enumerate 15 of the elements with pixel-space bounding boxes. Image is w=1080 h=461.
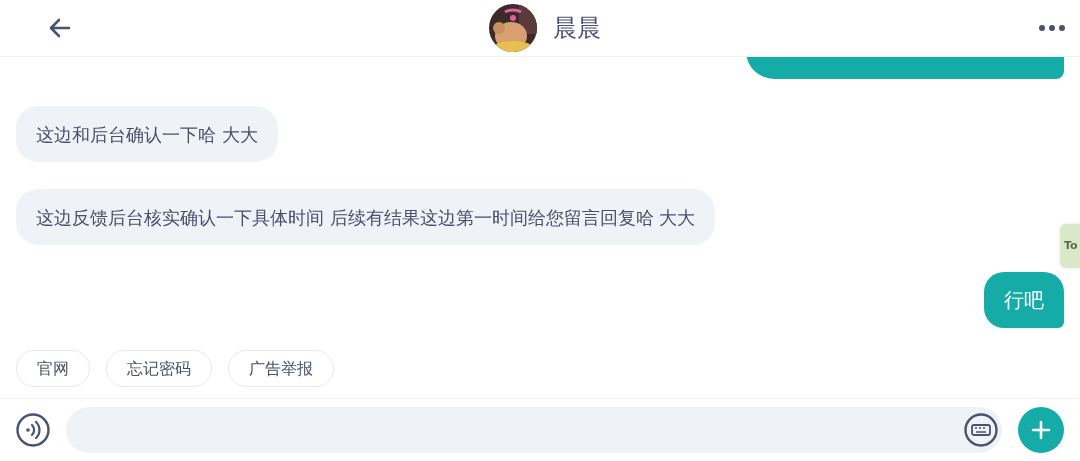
- add-button[interactable]: [1018, 407, 1064, 453]
- more-icon[interactable]: [1038, 24, 1066, 32]
- back-icon[interactable]: [49, 18, 71, 38]
- quick-reply-chip[interactable]: 广告举报: [228, 350, 334, 387]
- keyboard-icon[interactable]: [964, 413, 998, 447]
- plus-icon: [1031, 420, 1051, 440]
- message-bubble: 行吧: [984, 272, 1064, 328]
- contact-name: 晨晨: [552, 13, 601, 44]
- voice-icon[interactable]: [16, 413, 50, 447]
- message-input[interactable]: [66, 407, 1002, 453]
- quick-reply-chip[interactable]: 忘记密码: [106, 350, 212, 387]
- quick-reply-chip[interactable]: 官网: [16, 350, 90, 387]
- message-bubble: 这边反馈后台核实确认一下具体时间 后续有结果这边第一时间给您留言回复哈 大大: [16, 189, 716, 245]
- message-bubble: 这边和后台确认一下哈 大大: [16, 106, 278, 162]
- floating-tab[interactable]: To: [1060, 224, 1080, 268]
